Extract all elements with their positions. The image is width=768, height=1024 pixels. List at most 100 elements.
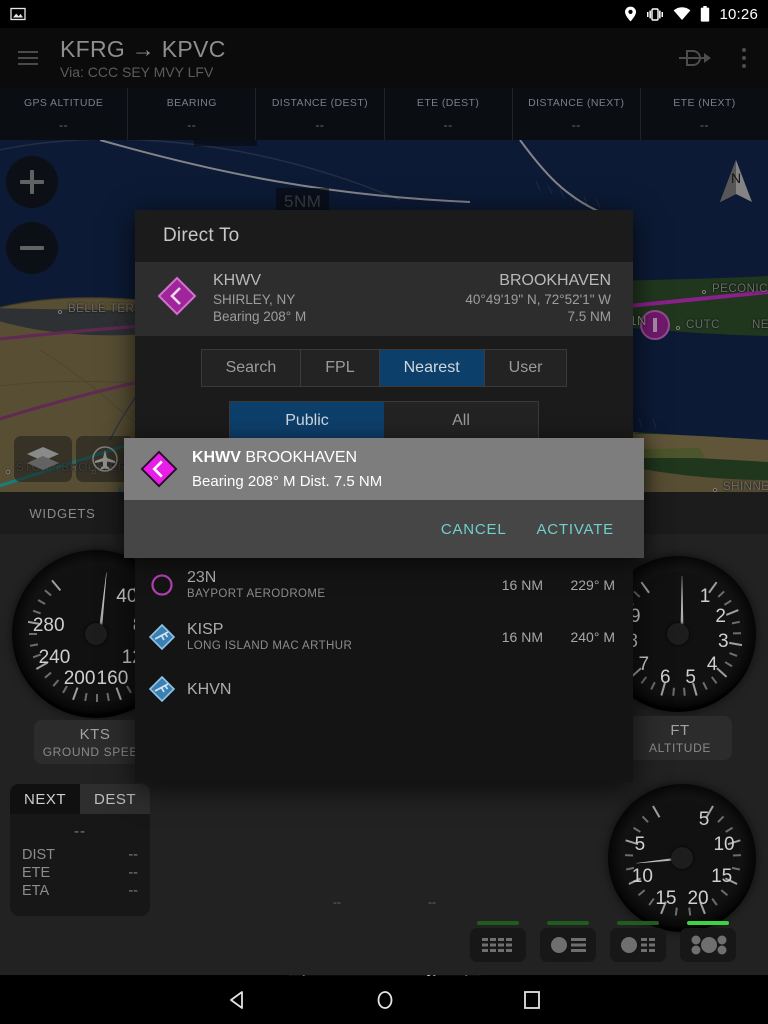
- dist-value: --: [128, 847, 138, 863]
- direct-to-icon[interactable]: [678, 48, 712, 68]
- gauge-number: 1: [699, 585, 711, 607]
- gauge-number: 5: [698, 808, 710, 830]
- list-item-bearing: 229° M: [570, 577, 615, 593]
- list-item[interactable]: KHVN: [135, 663, 633, 715]
- layout-grid-button[interactable]: [470, 921, 526, 962]
- layout-single-list-button[interactable]: [540, 921, 596, 962]
- selected-coords: 40°49'19" N, 72°52'1" W: [465, 292, 611, 307]
- screenshot-icon: [10, 7, 26, 21]
- tab-user-label: User: [508, 359, 543, 376]
- layout-split-button[interactable]: [610, 921, 666, 962]
- gauge-number: 10: [631, 866, 653, 888]
- app-header-actions: [678, 44, 750, 72]
- list-item-ident: KHVN: [187, 680, 232, 698]
- gauge-hub: [667, 623, 689, 645]
- confirm-title: KHWV BROOKHAVEN: [192, 449, 382, 467]
- list-item-bearing: 240° M: [570, 629, 615, 645]
- next-dest-main-value: --: [74, 823, 86, 840]
- selected-city: SHIRLEY, NY: [213, 292, 296, 307]
- altitude-unit-chip: FT ALTITUDE: [628, 716, 732, 760]
- activate-button[interactable]: ACTIVATE: [536, 521, 614, 538]
- layout-split-icon: [621, 937, 655, 953]
- tab-nearest[interactable]: Nearest: [379, 350, 485, 386]
- map-place-dot: [702, 290, 706, 294]
- data-cell-distance-dest[interactable]: DISTANCE (DEST) --: [256, 88, 385, 140]
- next-tab[interactable]: NEXT: [10, 784, 80, 814]
- ete-label: ETE: [22, 865, 51, 881]
- map-zoom-in-button[interactable]: [6, 156, 58, 208]
- ete-value: --: [128, 865, 138, 881]
- list-item-name: LONG ISLAND MAC ARTHUR: [187, 640, 353, 652]
- selected-waypoint-panel[interactable]: KHWV BROOKHAVEN SHIRLEY, NY 40°49'19" N,…: [135, 262, 633, 336]
- gauge-hub: [85, 623, 107, 645]
- gauge-number: 200: [63, 668, 96, 690]
- data-cell-label: BEARING: [166, 96, 217, 109]
- list-item[interactable]: KISP LONG ISLAND MAC ARTHUR 16 NM 240° M: [135, 611, 633, 663]
- tab-fpl[interactable]: FPL: [301, 350, 380, 386]
- map-layers-icon: [27, 447, 59, 470]
- map-layers-button[interactable]: [14, 436, 72, 482]
- cancel-button[interactable]: CANCEL: [441, 521, 507, 538]
- filter-all-label: All: [452, 412, 470, 429]
- route-summary[interactable]: KFRG → KPVC Via: CCC SEY MVY LFV: [60, 36, 226, 81]
- overflow-menu-icon[interactable]: [738, 44, 750, 72]
- layout-cluster-icon: [691, 935, 727, 955]
- vertical-speed-gauge[interactable]: 5 10 15 20 15 10 5: [608, 784, 756, 932]
- dest-tab[interactable]: DEST: [80, 784, 150, 814]
- next-dest-row-dist: DIST --: [10, 846, 150, 864]
- selected-name: BROOKHAVEN: [499, 272, 611, 289]
- map-place-dot: [676, 326, 680, 330]
- ground-speed-unit: KTS: [79, 725, 111, 743]
- map-place-label: CUTC: [686, 319, 720, 331]
- tab-user[interactable]: User: [484, 350, 567, 386]
- tab-widgets[interactable]: WIDGETS: [0, 492, 125, 534]
- layout-cluster-button[interactable]: [680, 921, 736, 962]
- layout-single-list-icon: [551, 937, 586, 953]
- data-cell-ete-dest[interactable]: ETE (DEST) --: [385, 88, 513, 140]
- next-dest-row-eta: ETA --: [10, 882, 150, 900]
- map-place-label: SHINNEC: [723, 481, 768, 492]
- next-dest-row-ete: ETE --: [10, 864, 150, 882]
- layout-button-bar: [470, 921, 736, 962]
- tab-widgets-label: WIDGETS: [29, 505, 96, 521]
- layout-indicator: [617, 921, 659, 925]
- nav-home-icon[interactable]: [374, 989, 396, 1011]
- gauge-number: 280: [32, 614, 65, 636]
- nav-back-icon[interactable]: [226, 989, 248, 1011]
- airport-towered-icon: [149, 624, 175, 650]
- data-cell-value: --: [443, 117, 453, 132]
- wifi-icon: [674, 7, 691, 20]
- data-cell-label: DISTANCE (DEST): [271, 96, 369, 109]
- hamburger-menu-icon[interactable]: [18, 51, 40, 65]
- route-title: KFRG → KPVC: [60, 35, 226, 62]
- filter-all[interactable]: All: [384, 402, 538, 440]
- nav-recents-icon[interactable]: [522, 990, 542, 1010]
- list-item-ident: 23N: [187, 569, 217, 586]
- data-cell-bearing[interactable]: BEARING --: [128, 88, 257, 140]
- compass-value-right: --: [428, 895, 436, 909]
- list-item-distance: 16 NM: [501, 629, 543, 645]
- android-nav-bar: [0, 976, 768, 1024]
- data-cell-value: --: [59, 117, 69, 132]
- data-cell-ete-next[interactable]: ETE (NEXT) --: [641, 88, 768, 140]
- map-place-dot: [58, 310, 62, 314]
- tab-search[interactable]: Search: [201, 350, 302, 386]
- list-item-names: KHVN: [187, 680, 469, 699]
- data-cell-gps-altitude[interactable]: GPS ALTITUDE --: [0, 88, 129, 140]
- gauge-number: 10: [713, 834, 735, 856]
- map-zoom-out-button[interactable]: [6, 222, 58, 274]
- layout-indicator: [477, 921, 519, 925]
- gauge-number: 5: [685, 667, 696, 689]
- gauge-number: 7: [638, 653, 650, 675]
- filter-public[interactable]: Public: [230, 402, 384, 440]
- altitude-unit: FT: [670, 721, 690, 739]
- data-cell-distance-next[interactable]: DISTANCE (NEXT) --: [513, 88, 641, 140]
- selected-distance: 7.5 NM: [567, 309, 611, 324]
- data-cell-value: --: [571, 117, 581, 132]
- list-item-name: BAYPORT AERODROME: [187, 588, 326, 600]
- layout-indicator: [547, 921, 589, 925]
- filter-tabs: Public All: [229, 401, 539, 441]
- airport-towered-icon: [149, 676, 175, 702]
- list-item[interactable]: 23N BAYPORT AERODROME 16 NM 229° M: [135, 559, 633, 611]
- next-tab-label: NEXT: [23, 790, 66, 808]
